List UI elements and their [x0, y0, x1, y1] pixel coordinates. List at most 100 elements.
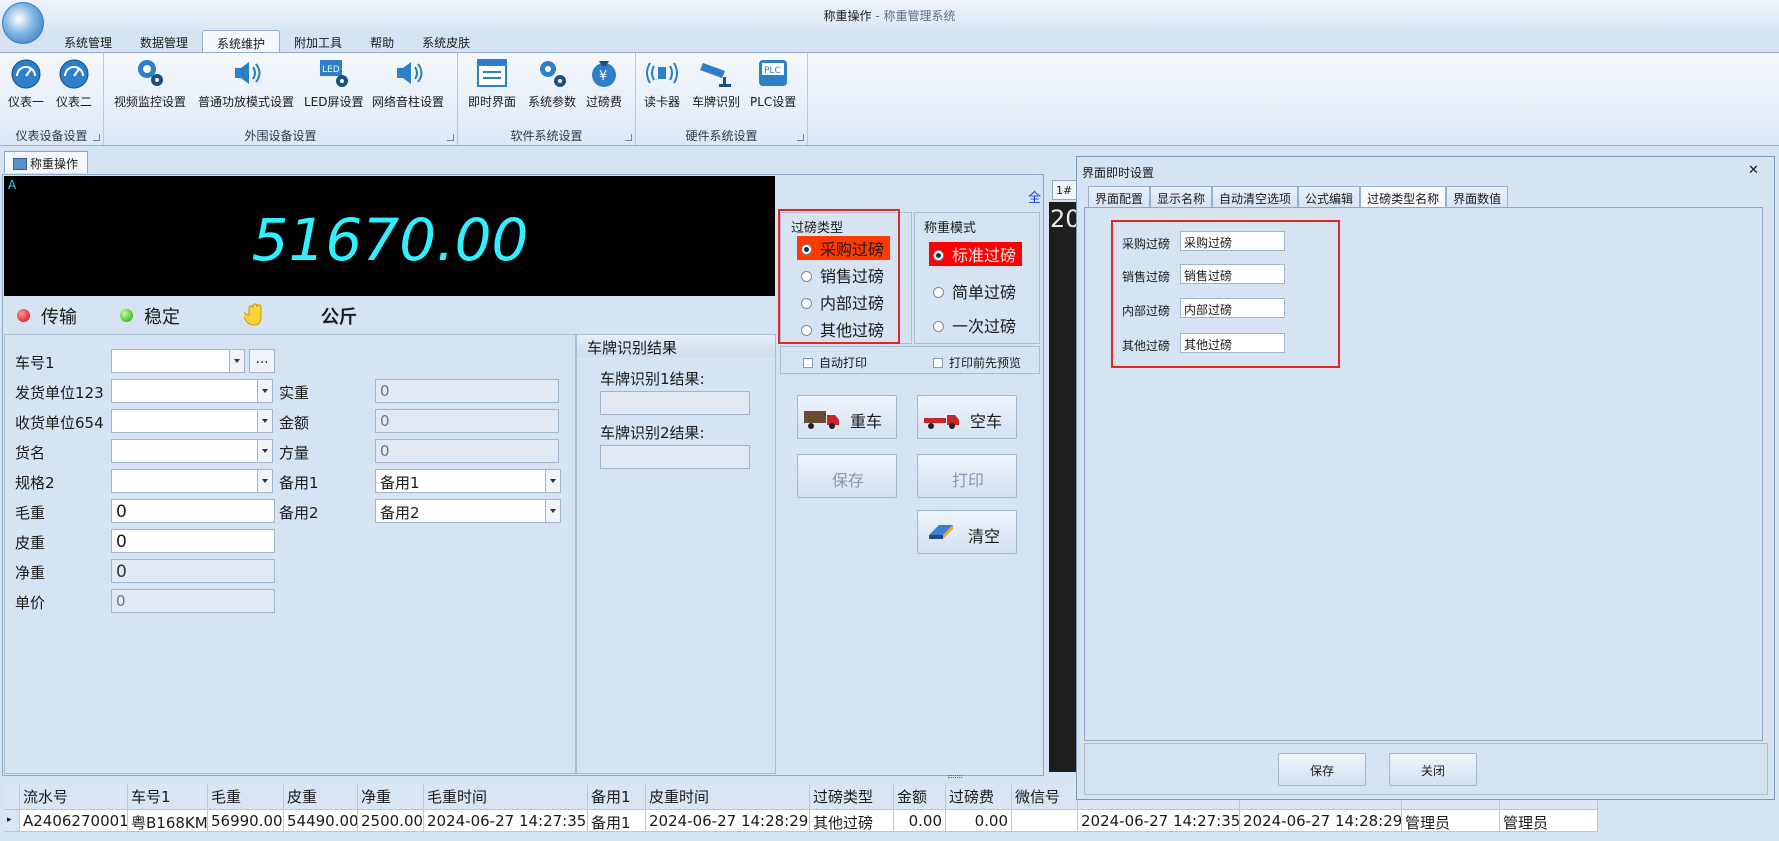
- chevron-down-icon[interactable]: [257, 380, 272, 402]
- gears-icon: [540, 61, 566, 87]
- grid-cell[interactable]: 56990.00: [208, 810, 284, 832]
- grid-cell[interactable]: 粤B168KM: [128, 810, 208, 832]
- weigh-mode-simple-radio[interactable]: 简单过磅: [933, 279, 1016, 303]
- close-icon[interactable]: ✕: [1748, 163, 1759, 178]
- empty-truck-button[interactable]: 空车: [917, 395, 1017, 439]
- grid-header[interactable]: 皮重: [284, 784, 358, 810]
- weigh-mode-standard-radio[interactable]: 标准过磅: [929, 242, 1023, 266]
- plc-settings-label: PLC设置: [750, 95, 797, 109]
- plate-result2-label: 车牌识别2结果:: [600, 424, 705, 442]
- grid-cell[interactable]: 备用1: [588, 810, 646, 832]
- grid-cell[interactable]: 管理员: [1500, 810, 1598, 832]
- grid-cell[interactable]: 2024-06-27 14:27:35: [1078, 810, 1240, 832]
- grid-header[interactable]: 过磅费: [946, 784, 1012, 810]
- card-reader-button[interactable]: 读卡器: [644, 57, 680, 110]
- reserve1-combo[interactable]: 备用1: [375, 469, 561, 493]
- grid-header[interactable]: 流水号: [20, 784, 128, 810]
- grid-cell[interactable]: 54490.00: [284, 810, 358, 832]
- grid-cell[interactable]: 0.00: [894, 810, 946, 832]
- group-launcher-icon[interactable]: [797, 134, 804, 141]
- tab-display-names[interactable]: 显示名称: [1150, 186, 1213, 208]
- grid-header[interactable]: 皮重时间: [646, 784, 810, 810]
- tab-weighing[interactable]: 称重操作: [4, 151, 88, 173]
- network-speaker-settings-button[interactable]: 网络音柱设置: [372, 57, 444, 110]
- menu-data-manage[interactable]: 数据管理: [126, 30, 202, 52]
- group-launcher-icon[interactable]: [447, 134, 454, 141]
- net-weight-field: 0: [111, 559, 275, 583]
- group-launcher-icon[interactable]: [625, 134, 632, 141]
- grid-header[interactable]: 金额: [894, 784, 946, 810]
- grid-cell[interactable]: 2024-06-27 14:28:29: [1240, 810, 1402, 832]
- system-params-button[interactable]: 系统参数: [528, 57, 576, 110]
- menu-tools[interactable]: 附加工具: [280, 30, 356, 52]
- gross-weight-input[interactable]: 0: [111, 499, 275, 523]
- grid-header[interactable]: 净重: [358, 784, 424, 810]
- chevron-down-icon[interactable]: [229, 350, 244, 372]
- grid-header[interactable]: 车号1: [128, 784, 208, 810]
- fullscreen-link[interactable]: 全: [1028, 187, 1041, 206]
- grid-cell[interactable]: 2024-06-27 14:28:29: [646, 810, 810, 832]
- splitter-grip[interactable]: [948, 775, 962, 778]
- truck-icon: [804, 411, 839, 429]
- grid-header[interactable]: 过磅类型: [810, 784, 894, 810]
- amplifier-mode-settings-button[interactable]: 普通功放模式设置: [198, 57, 294, 110]
- video-monitor-settings-button[interactable]: 视频监控设置: [114, 57, 186, 110]
- save-button[interactable]: 保存: [797, 454, 897, 498]
- menu-skin[interactable]: 系统皮肤: [408, 30, 484, 52]
- chevron-down-icon[interactable]: [545, 470, 560, 492]
- dialog-save-button[interactable]: 保存: [1278, 753, 1366, 786]
- reserve2-combo[interactable]: 备用2: [375, 499, 561, 523]
- chevron-down-icon[interactable]: [257, 470, 272, 492]
- tab-auto-clear[interactable]: 自动清空选项: [1212, 186, 1299, 208]
- goods-combo[interactable]: [111, 439, 273, 463]
- grid-cell[interactable]: [1012, 810, 1078, 832]
- grid-cell[interactable]: 2500.00: [358, 810, 424, 832]
- network-speaker-label: 网络音柱设置: [372, 95, 445, 109]
- grid-cell[interactable]: 管理员: [1402, 810, 1500, 832]
- plate-recognition-button[interactable]: 车牌识别: [692, 57, 740, 110]
- grid-cell[interactable]: A2406270001: [20, 810, 128, 832]
- grid-header[interactable]: 毛重时间: [424, 784, 588, 810]
- tab-ui-values[interactable]: 界面数值: [1446, 186, 1509, 208]
- reserve2-label: 备用2: [279, 504, 319, 522]
- dialog-close-button[interactable]: 关闭: [1389, 753, 1477, 786]
- grid-cell[interactable]: 其他过磅: [810, 810, 894, 832]
- radio-dot-icon: [933, 250, 944, 261]
- weigh-mode-once-radio[interactable]: 一次过磅: [933, 313, 1016, 337]
- grid-cell[interactable]: 2024-06-27 14:27:35: [424, 810, 588, 832]
- heavy-truck-button[interactable]: 重车: [797, 395, 897, 439]
- chevron-down-icon[interactable]: [257, 410, 272, 432]
- chevron-down-icon[interactable]: [545, 500, 560, 522]
- meter1-button[interactable]: 仪表一: [8, 57, 44, 110]
- plate-no-combo[interactable]: [111, 349, 245, 373]
- grid-header[interactable]: 备用1: [588, 784, 646, 810]
- table-row[interactable]: ▸ A2406270001 粤B168KM 56990.00 54490.00 …: [4, 810, 1598, 832]
- tare-weight-label: 皮重: [15, 534, 46, 552]
- group-launcher-icon[interactable]: [93, 134, 100, 141]
- plate-lookup-button[interactable]: …: [249, 349, 275, 373]
- plc-settings-button[interactable]: PLC PLC设置: [750, 57, 796, 110]
- clear-button[interactable]: 清空: [917, 510, 1017, 554]
- grid-header[interactable]: 微信号: [1012, 784, 1078, 810]
- tare-weight-input[interactable]: 0: [111, 529, 275, 553]
- menu-help[interactable]: 帮助: [356, 30, 408, 52]
- instant-ui-button[interactable]: 即时界面: [468, 57, 516, 110]
- grid-cell[interactable]: 0.00: [946, 810, 1012, 832]
- chevron-down-icon[interactable]: [257, 440, 272, 462]
- weigh-fee-button[interactable]: ¥ 过磅费: [586, 57, 622, 110]
- meter2-button[interactable]: 仪表二: [56, 57, 92, 110]
- grid-header[interactable]: 毛重: [208, 784, 284, 810]
- tab-ui-config[interactable]: 界面配置: [1088, 186, 1151, 208]
- shipper-combo[interactable]: [111, 379, 273, 403]
- spec-combo[interactable]: [111, 469, 273, 493]
- tab-formula-edit[interactable]: 公式编辑: [1298, 186, 1361, 208]
- app-logo-icon[interactable]: [2, 2, 44, 44]
- menu-system-maintain[interactable]: 系统维护: [202, 30, 281, 52]
- receiver-combo[interactable]: [111, 409, 273, 433]
- print-preview-checkbox[interactable]: 打印前先预览: [933, 354, 1021, 371]
- print-button[interactable]: 打印: [917, 454, 1017, 498]
- auto-print-checkbox[interactable]: 自动打印: [803, 354, 867, 371]
- tab-weigh-type-names[interactable]: 过磅类型名称: [1360, 186, 1447, 209]
- led-screen-settings-button[interactable]: LED LED屏设置: [304, 57, 364, 110]
- menu-system-manage[interactable]: 系统管理: [50, 30, 126, 52]
